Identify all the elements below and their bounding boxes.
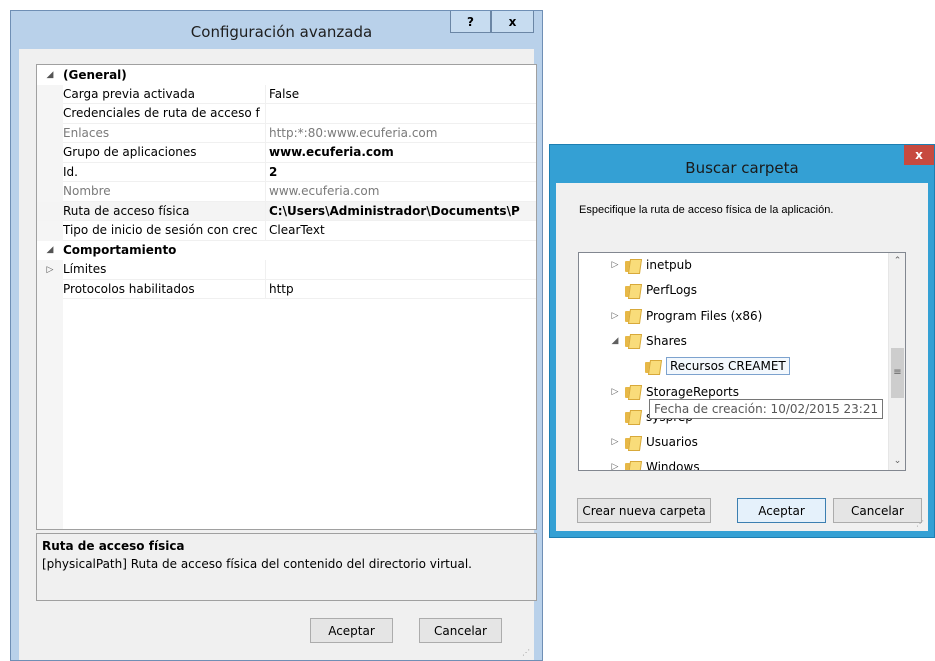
ok-button[interactable]: Aceptar xyxy=(310,618,393,643)
property-row[interactable]: Grupo de aplicaciones www.ecuferia.com xyxy=(37,143,536,163)
property-name: Credenciales de ruta de acceso f xyxy=(63,104,265,124)
folder-icon xyxy=(625,259,641,272)
property-name: Límites xyxy=(63,260,265,280)
expanded-icon[interactable]: ◢ xyxy=(609,336,621,346)
property-row[interactable]: Protocolos habilitados http xyxy=(37,279,536,299)
dialog-client-area: ◢ (General) Carga previa activada False Cred… xyxy=(19,49,537,660)
grid-rows: ◢ (General) Carga previa activada False Cred… xyxy=(37,65,536,299)
folder-icon xyxy=(625,436,641,449)
property-name: Carga previa activada xyxy=(63,85,265,104)
property-row[interactable]: Tipo de inicio de sesión con crec ClearTe… xyxy=(37,221,536,241)
description-title: Ruta de acceso física xyxy=(42,539,185,553)
property-name: Nombre xyxy=(63,182,265,202)
title-bar[interactable]: Configuración avanzada ? x xyxy=(11,11,542,49)
collapsed-icon[interactable]: ▷ xyxy=(609,387,621,397)
property-name: Id. xyxy=(63,163,265,182)
description-text: [physicalPath] Ruta de acceso física del… xyxy=(42,557,472,571)
instruction-text: Especifique la ruta de acceso física de … xyxy=(579,204,834,216)
close-button[interactable]: x xyxy=(491,11,534,33)
creation-date-tooltip: Fecha de creación: 10/02/2015 23:21 xyxy=(649,399,884,419)
property-row[interactable]: Enlaces http:*:80:www.ecuferia.com xyxy=(37,123,536,143)
property-name: Enlaces xyxy=(63,124,265,143)
property-row[interactable]: Ruta de acceso física C:\Users\Administra… xyxy=(37,201,536,221)
tree-item[interactable]: ▷ Usuarios xyxy=(609,430,698,454)
tree-item-label: Shares xyxy=(646,333,687,348)
property-value[interactable]: C:\Users\Administrador\Documents\P xyxy=(265,201,536,221)
tree-item-label: StorageReports xyxy=(646,384,739,399)
property-grid[interactable]: ◢ (General) Carga previa activada False Cred… xyxy=(36,64,537,530)
property-value[interactable]: www.ecuferia.com xyxy=(265,182,536,202)
vertical-scrollbar[interactable]: ⌃ ≡ ⌄ xyxy=(888,253,905,470)
dialog-client-area: Especifique la ruta de acceso física de … xyxy=(556,183,928,531)
scroll-up-icon[interactable]: ⌃ xyxy=(889,253,905,270)
property-row[interactable]: Id. 2 xyxy=(37,162,536,182)
property-name: Protocolos habilitados xyxy=(63,280,265,299)
tree-item[interactable]: ▷ inetpub xyxy=(609,253,692,277)
folder-icon xyxy=(625,410,641,424)
tree-item[interactable]: ▷ Windows xyxy=(609,455,700,471)
property-name: Ruta de acceso física xyxy=(63,202,265,221)
tree-item-label: PerfLogs xyxy=(646,283,698,298)
cancel-button[interactable]: Cancelar xyxy=(833,498,922,523)
category-label: Comportamiento xyxy=(63,243,177,258)
help-button[interactable]: ? xyxy=(450,11,491,33)
property-row[interactable]: Carga previa activada False xyxy=(37,84,536,104)
resize-grip-icon[interactable]: ⋰ xyxy=(522,648,532,658)
collapsed-icon[interactable]: ▷ xyxy=(609,437,621,447)
cancel-button[interactable]: Cancelar xyxy=(419,618,502,643)
tree-item[interactable]: Recursos CREAMET xyxy=(629,354,790,378)
folder-icon xyxy=(625,385,641,398)
tree-item[interactable]: PerfLogs xyxy=(609,278,697,302)
expanded-icon[interactable]: ◢ xyxy=(37,70,63,80)
collapsed-icon[interactable]: ▷ xyxy=(609,311,621,321)
scroll-down-icon[interactable]: ⌄ xyxy=(889,453,905,470)
property-value[interactable] xyxy=(265,260,536,280)
browse-folder-dialog: Buscar carpeta x Especifique la ruta de … xyxy=(549,144,935,538)
property-name: Tipo de inicio de sesión con crec xyxy=(63,221,265,241)
new-folder-button[interactable]: Crear nueva carpeta xyxy=(577,498,711,523)
property-value[interactable]: ClearText xyxy=(265,221,536,241)
folder-icon xyxy=(625,334,641,348)
folder-icon xyxy=(625,461,641,470)
property-value[interactable]: 2 xyxy=(265,162,536,182)
property-row[interactable]: Nombre www.ecuferia.com xyxy=(37,182,536,202)
category-row[interactable]: ◢ Comportamiento xyxy=(37,240,536,260)
collapsed-icon[interactable]: ▷ xyxy=(609,462,621,470)
property-name: Grupo de aplicaciones xyxy=(63,143,265,163)
close-button[interactable]: x xyxy=(904,145,934,165)
tree-item-label: Program Files (x86) xyxy=(646,308,763,323)
tree-item[interactable]: ▷ Program Files (x86) xyxy=(609,304,763,328)
property-value[interactable]: False xyxy=(265,84,536,104)
tree-item[interactable]: ◢ Shares xyxy=(609,329,687,353)
category-row[interactable]: ◢ (General) xyxy=(37,65,536,85)
folder-icon xyxy=(625,309,641,323)
property-value[interactable]: http:*:80:www.ecuferia.com xyxy=(265,123,536,143)
scroll-thumb[interactable]: ≡ xyxy=(891,348,904,398)
resize-grip-icon[interactable]: ⋰ xyxy=(916,519,926,529)
dialog-title: Buscar carpeta xyxy=(685,159,799,177)
advanced-settings-dialog: Configuración avanzada ? x ◢ (General) Car… xyxy=(10,10,543,661)
category-label: (General) xyxy=(63,67,127,82)
expanded-icon[interactable]: ◢ xyxy=(37,245,63,255)
description-panel: Ruta de acceso física [physicalPath] Rut… xyxy=(36,533,537,601)
folder-icon xyxy=(645,360,661,373)
ok-button[interactable]: Aceptar xyxy=(737,498,826,523)
tree-item-label: Recursos CREAMET xyxy=(666,357,790,376)
tree-item-label: Windows xyxy=(646,460,700,471)
collapsed-icon[interactable]: ▷ xyxy=(37,265,63,275)
folder-icon xyxy=(625,284,641,297)
collapsed-icon[interactable]: ▷ xyxy=(609,260,621,270)
property-value[interactable] xyxy=(265,104,536,124)
property-row[interactable]: Credenciales de ruta de acceso f xyxy=(37,104,536,124)
folder-tree[interactable]: ▷ inetpub PerfLogs ▷ Program Files (x86) ◢ Sha… xyxy=(578,252,906,471)
tree-item-label: inetpub xyxy=(646,258,692,272)
property-row[interactable]: ▷ Límites xyxy=(37,260,536,280)
property-value[interactable]: http xyxy=(265,279,536,299)
property-value[interactable]: www.ecuferia.com xyxy=(265,143,536,163)
tree-item-label: Usuarios xyxy=(646,435,698,450)
